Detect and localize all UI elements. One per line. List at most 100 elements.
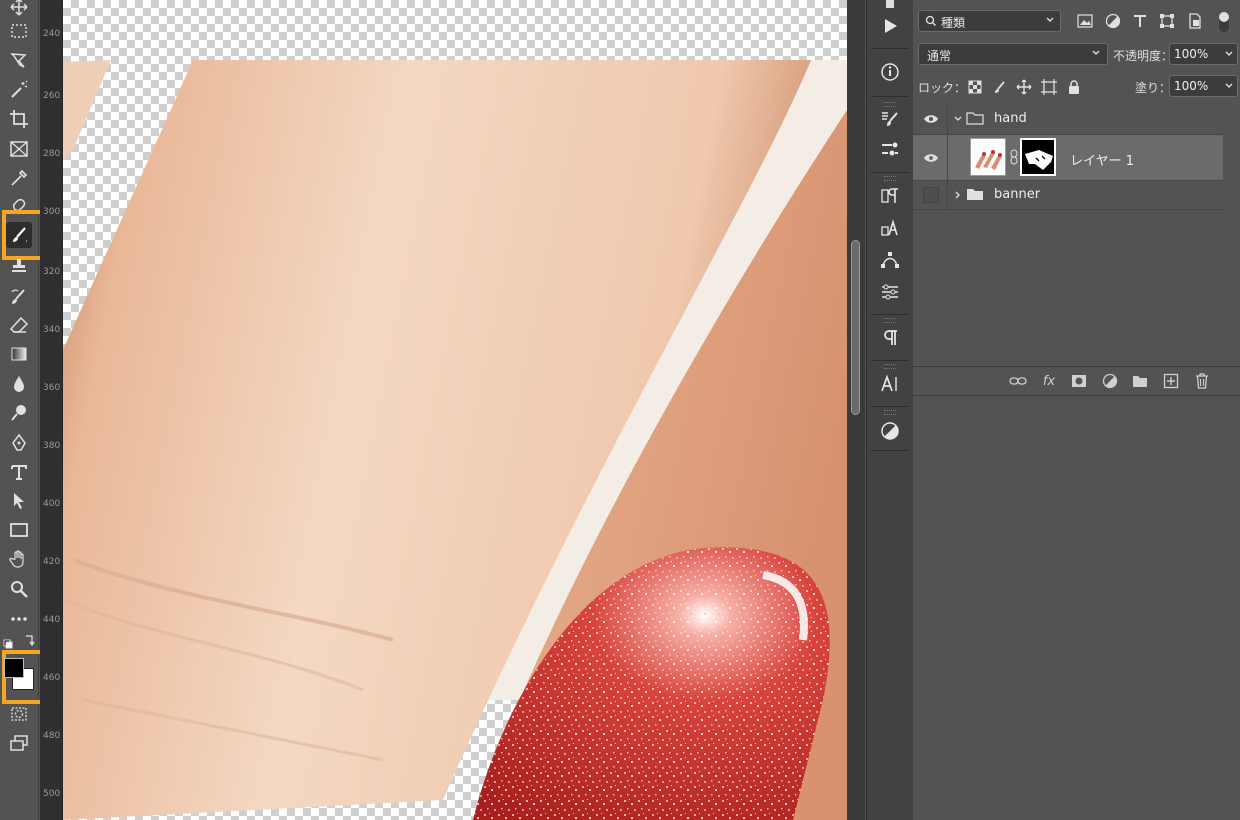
dodge-tool-icon[interactable] bbox=[6, 400, 32, 426]
adjustments-circle-icon[interactable] bbox=[878, 419, 902, 443]
dock-separator bbox=[871, 450, 909, 451]
lasso-tool-icon[interactable] bbox=[6, 47, 32, 73]
ruler-label: 380 bbox=[43, 441, 61, 451]
magic-wand-tool-icon[interactable] bbox=[6, 77, 32, 103]
paragraph-panel-icon[interactable] bbox=[878, 326, 902, 350]
dock-grip[interactable] bbox=[884, 364, 896, 369]
fill-dropdown[interactable] bbox=[1220, 75, 1238, 97]
pixel-filter-icon[interactable] bbox=[1076, 12, 1094, 30]
dock-grip[interactable] bbox=[884, 102, 896, 107]
fill-input[interactable]: 100% bbox=[1169, 75, 1221, 97]
canvas-vertical-scrollbar[interactable] bbox=[847, 0, 865, 820]
rectangle-tool-icon[interactable] bbox=[6, 517, 32, 543]
info-panel-icon[interactable] bbox=[878, 60, 902, 84]
crop-tool-icon[interactable] bbox=[6, 106, 32, 132]
history-brush-tool-icon[interactable] bbox=[6, 284, 32, 310]
frame-tool-icon[interactable] bbox=[6, 136, 32, 162]
ruler-label: 460 bbox=[43, 673, 61, 683]
paths-panel-icon[interactable] bbox=[878, 248, 902, 272]
visibility-eye-icon[interactable] bbox=[923, 111, 939, 127]
layer-row-hand[interactable]: hand bbox=[913, 103, 1223, 135]
adjustment-filter-icon[interactable] bbox=[1104, 12, 1122, 30]
chevron-down-icon bbox=[1225, 51, 1232, 56]
ruler-label: 400 bbox=[43, 499, 61, 509]
foreground-color-swatch[interactable] bbox=[4, 658, 24, 678]
filter-toggle[interactable] bbox=[1219, 12, 1229, 32]
mask-link-icon[interactable] bbox=[1010, 149, 1018, 165]
smart-object-filter-icon[interactable] bbox=[1186, 12, 1204, 30]
dock-separator bbox=[871, 48, 909, 49]
eraser-tool-icon[interactable] bbox=[6, 312, 32, 338]
character-panel-icon[interactable] bbox=[878, 372, 902, 396]
eyedropper-tool-icon[interactable] bbox=[6, 165, 32, 191]
fill-label: 塗り： bbox=[1135, 81, 1172, 95]
lock-all-icon[interactable] bbox=[1066, 79, 1082, 95]
blur-tool-icon[interactable] bbox=[6, 371, 32, 397]
filter-kind-select[interactable]: 種類 bbox=[918, 10, 1061, 32]
stamp-tool-icon[interactable] bbox=[6, 254, 32, 280]
paragraph-styles-icon[interactable] bbox=[878, 184, 902, 208]
ruler-label: 440 bbox=[43, 615, 61, 625]
layer-row-separator bbox=[947, 181, 948, 209]
lock-artboard-icon[interactable] bbox=[1041, 79, 1057, 95]
layer-row-banner[interactable]: banner bbox=[913, 181, 1223, 210]
new-group-icon[interactable] bbox=[1131, 372, 1149, 390]
shape-filter-icon[interactable] bbox=[1158, 12, 1176, 30]
chevron-right-icon[interactable] bbox=[953, 190, 963, 200]
more-tools-icon[interactable] bbox=[6, 606, 32, 632]
move-tool-icon[interactable] bbox=[6, 0, 32, 20]
type-tool-icon[interactable] bbox=[6, 459, 32, 485]
delete-layer-icon[interactable] bbox=[1193, 372, 1211, 390]
swap-colors-icon[interactable] bbox=[2, 632, 36, 650]
chevron-down-icon[interactable] bbox=[953, 114, 963, 124]
character-styles-icon[interactable] bbox=[878, 216, 902, 240]
opacity-input[interactable]: 100% bbox=[1169, 43, 1221, 65]
add-mask-icon[interactable] bbox=[1070, 372, 1088, 390]
scrollbar-thumb[interactable] bbox=[851, 240, 860, 415]
screen-mode-icon[interactable] bbox=[6, 730, 32, 756]
lock-transparent-pixels-icon[interactable] bbox=[967, 79, 983, 95]
visibility-eye-icon[interactable] bbox=[923, 150, 939, 166]
quick-mask-icon[interactable] bbox=[6, 701, 32, 727]
type-filter-icon[interactable] bbox=[1131, 12, 1149, 30]
opacity-dropdown[interactable] bbox=[1220, 43, 1238, 65]
ruler-label: 340 bbox=[43, 325, 61, 335]
tools-bar bbox=[0, 0, 58, 820]
layer-name: hand bbox=[994, 111, 1027, 126]
brush-tool-icon[interactable] bbox=[6, 222, 32, 248]
hand-tool-icon[interactable] bbox=[6, 546, 32, 572]
zoom-tool-icon[interactable] bbox=[6, 576, 32, 602]
dock-separator bbox=[871, 406, 909, 407]
chevron-down-icon bbox=[1225, 83, 1232, 88]
dock-grip[interactable] bbox=[884, 410, 896, 415]
adjustments-panel-icon[interactable] bbox=[878, 280, 902, 304]
blend-mode-select[interactable]: 通常 bbox=[918, 43, 1108, 65]
gradient-tool-icon[interactable] bbox=[6, 341, 32, 367]
vertical-ruler: 240 260 280 300 320 340 360 380 400 420 … bbox=[40, 0, 63, 820]
new-adjustment-layer-icon[interactable] bbox=[1101, 372, 1119, 390]
blend-mode-value: 通常 bbox=[927, 49, 952, 63]
layer-thumbnail bbox=[970, 138, 1006, 176]
lock-image-pixels-icon[interactable] bbox=[991, 79, 1007, 95]
layer-mask-thumbnail[interactable] bbox=[1020, 138, 1056, 176]
actions-play-icon[interactable] bbox=[878, 14, 902, 38]
layer-row-layer-1[interactable]: レイヤー 1 bbox=[913, 135, 1223, 181]
dock-grip[interactable] bbox=[884, 176, 896, 181]
document-canvas[interactable] bbox=[63, 0, 847, 820]
lock-position-icon[interactable] bbox=[1016, 79, 1032, 95]
link-layers-icon[interactable] bbox=[1009, 372, 1027, 390]
ruler-label: 300 bbox=[43, 207, 61, 217]
chevron-down-icon bbox=[1092, 50, 1100, 55]
fx-icon[interactable]: fx bbox=[1040, 372, 1058, 390]
path-selection-tool-icon[interactable] bbox=[6, 488, 32, 514]
pen-tool-icon[interactable] bbox=[6, 430, 32, 456]
new-layer-icon[interactable] bbox=[1162, 372, 1180, 390]
visibility-toggle[interactable] bbox=[923, 187, 939, 203]
chevron-down-icon bbox=[1046, 17, 1054, 22]
folder-icon bbox=[966, 112, 984, 125]
brush-presets-icon[interactable] bbox=[878, 138, 902, 162]
ruler-label: 420 bbox=[43, 557, 61, 567]
brush-settings-icon[interactable] bbox=[878, 108, 902, 132]
marquee-tool-icon[interactable] bbox=[6, 18, 32, 44]
dock-grip[interactable] bbox=[884, 318, 896, 323]
